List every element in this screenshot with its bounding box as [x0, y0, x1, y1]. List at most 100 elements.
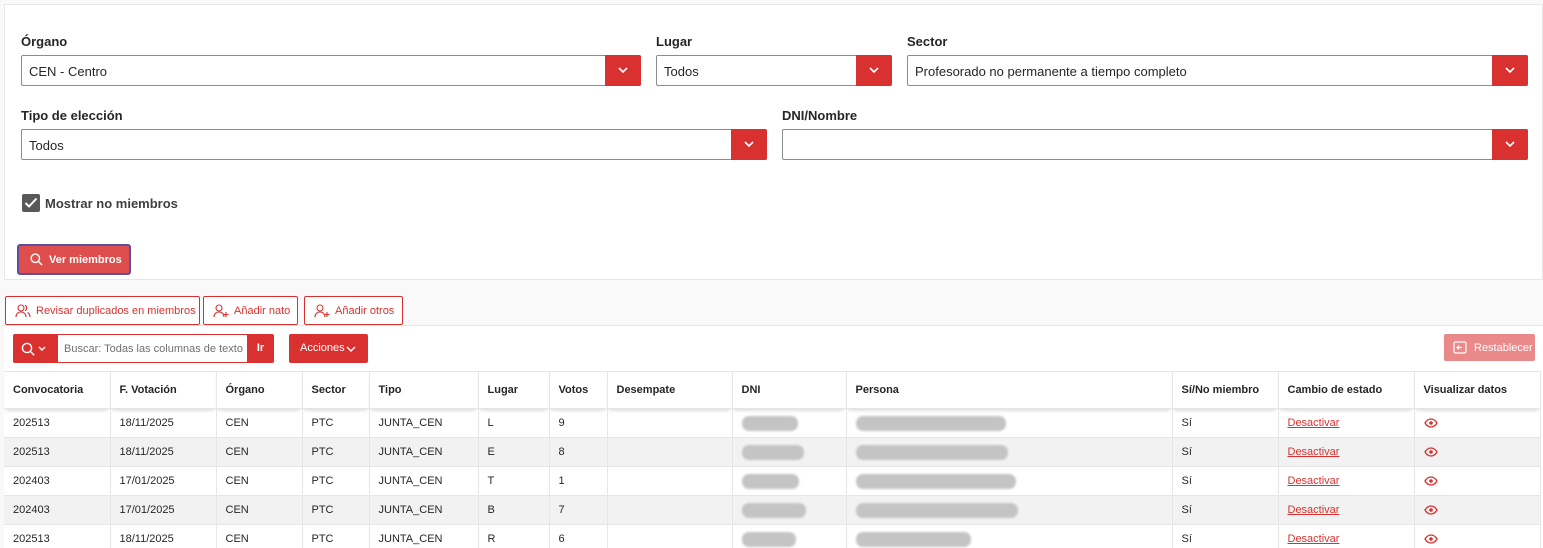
- col-cambio-estado[interactable]: Cambio de estado: [1278, 371, 1415, 409]
- cell-lugar: B: [478, 495, 550, 525]
- col-votos[interactable]: Votos: [549, 371, 608, 409]
- search-input[interactable]: [58, 334, 248, 363]
- tipo-label: Tipo de elección: [21, 108, 123, 123]
- desactivar-link[interactable]: Desactivar: [1288, 504, 1340, 516]
- organo-dropdown-button[interactable]: [605, 55, 641, 86]
- redacted-persona: [855, 444, 1008, 460]
- cell-desempate: [607, 408, 733, 438]
- sector-dropdown-button[interactable]: [1492, 55, 1528, 86]
- cell-visualizar: [1414, 466, 1541, 496]
- desactivar-link[interactable]: Desactivar: [1288, 446, 1340, 458]
- cell-sector: PTC: [302, 495, 370, 525]
- organo-value: CEN - Centro: [29, 64, 108, 79]
- col-persona[interactable]: Persona: [846, 371, 1173, 409]
- search-icon: [21, 342, 46, 356]
- desactivar-link[interactable]: Desactivar: [1288, 417, 1340, 429]
- report-region: Ir Acciones Restablecer Convocatoria F. …: [4, 325, 1543, 548]
- chevron-down-icon: [1505, 141, 1515, 148]
- view-button[interactable]: [1423, 504, 1438, 516]
- cell-desempate: [607, 495, 733, 525]
- col-convocatoria[interactable]: Convocatoria: [4, 371, 111, 409]
- desactivar-link[interactable]: Desactivar: [1288, 475, 1340, 487]
- search-icon: [30, 253, 43, 266]
- cell-sector: PTC: [302, 466, 370, 496]
- tipo-dropdown-button[interactable]: [731, 129, 767, 160]
- col-lugar[interactable]: Lugar: [478, 371, 550, 409]
- lugar-select[interactable]: Todos: [656, 55, 892, 86]
- restablecer-label: Restablecer: [1474, 342, 1533, 354]
- view-button[interactable]: [1423, 417, 1438, 429]
- tipo-select[interactable]: Todos: [21, 129, 767, 160]
- lugar-dropdown-button[interactable]: [856, 55, 892, 86]
- sector-label: Sector: [907, 34, 948, 49]
- col-dni[interactable]: DNI: [732, 371, 847, 409]
- col-desempate[interactable]: Desempate: [607, 371, 733, 409]
- chevron-down-icon: [869, 67, 879, 74]
- desactivar-link[interactable]: Desactivar: [1288, 533, 1340, 545]
- col-visualizar-datos[interactable]: Visualizar datos: [1414, 371, 1541, 409]
- checkbox-checked[interactable]: [22, 194, 40, 212]
- members-table: Convocatoria F. Votación Órgano Sector T…: [4, 371, 1541, 548]
- anadir-nato-button[interactable]: Añadir nato: [203, 296, 298, 325]
- restablecer-button[interactable]: Restablecer: [1444, 334, 1535, 361]
- col-si-no-miembro[interactable]: Sí/No miembro: [1172, 371, 1279, 409]
- cell-fecha: 18/11/2025: [110, 524, 217, 548]
- col-organo[interactable]: Órgano: [216, 371, 303, 409]
- reset-icon: [1453, 341, 1467, 354]
- sector-value: Profesorado no permanente a tiempo compl…: [915, 64, 1187, 79]
- cell-dni: [732, 437, 847, 467]
- col-fecha-votacion[interactable]: F. Votación: [110, 371, 217, 409]
- cell-lugar: T: [478, 466, 550, 496]
- anadir-otros-button[interactable]: Añadir otros: [304, 296, 403, 325]
- cell-fecha: 18/11/2025: [110, 408, 217, 438]
- cell-convocatoria: 202513: [4, 408, 111, 438]
- table-row: 202513 18/11/2025 CEN PTC JUNTA_CEN L 9 …: [4, 408, 1541, 438]
- col-tipo[interactable]: Tipo: [369, 371, 479, 409]
- revisar-duplicados-button[interactable]: Revisar duplicados en miembros: [5, 296, 200, 325]
- anadir-nato-label: Añadir nato: [234, 305, 291, 317]
- cell-estado: Desactivar: [1278, 524, 1415, 548]
- view-button[interactable]: [1423, 533, 1438, 545]
- cell-convocatoria: 202403: [4, 495, 111, 525]
- filter-panel: Órgano CEN - Centro Lugar Todos Sector P…: [4, 4, 1543, 280]
- chevron-down-icon: [1505, 67, 1515, 74]
- table-header-row: Convocatoria F. Votación Órgano Sector T…: [4, 371, 1541, 409]
- user-add-icon: [213, 304, 229, 318]
- redacted-dni: [741, 531, 796, 547]
- chevron-down-icon: [744, 141, 754, 148]
- eye-icon: [1423, 505, 1438, 515]
- dni-label: DNI/Nombre: [782, 108, 858, 123]
- dni-select[interactable]: [782, 129, 1528, 160]
- cell-tipo: JUNTA_CEN: [369, 408, 479, 438]
- view-button[interactable]: [1423, 475, 1438, 487]
- cell-visualizar: [1414, 495, 1541, 525]
- cell-persona: [846, 495, 1173, 525]
- view-button[interactable]: [1423, 446, 1438, 458]
- cell-estado: Desactivar: [1278, 408, 1415, 438]
- cell-votos: 8: [549, 437, 608, 467]
- go-button[interactable]: Ir: [247, 334, 274, 363]
- cell-dni: [732, 524, 847, 548]
- redacted-dni: [741, 415, 798, 431]
- table-row: 202403 17/01/2025 CEN PTC JUNTA_CEN B 7 …: [4, 495, 1541, 525]
- cell-lugar: L: [478, 408, 550, 438]
- sector-select[interactable]: Profesorado no permanente a tiempo compl…: [907, 55, 1528, 86]
- ver-miembros-button[interactable]: Ver miembros: [17, 244, 131, 275]
- cell-miembro: Sí: [1172, 466, 1279, 496]
- cell-sector: PTC: [302, 437, 370, 467]
- col-sector[interactable]: Sector: [302, 371, 370, 409]
- cell-dni: [732, 408, 847, 438]
- cell-lugar: R: [478, 524, 550, 548]
- cell-miembro: Sí: [1172, 408, 1279, 438]
- search-columns-button[interactable]: [13, 334, 58, 363]
- cell-convocatoria: 202513: [4, 437, 111, 467]
- mostrar-no-miembros-label: Mostrar no miembros: [45, 196, 178, 211]
- eye-icon: [1423, 447, 1438, 457]
- lugar-value: Todos: [664, 64, 699, 79]
- dni-dropdown-button[interactable]: [1492, 129, 1528, 160]
- acciones-menu-button[interactable]: Acciones: [289, 334, 368, 363]
- table-row: 202513 18/11/2025 CEN PTC JUNTA_CEN R 6 …: [4, 524, 1541, 548]
- organo-select[interactable]: CEN - Centro: [21, 55, 641, 86]
- cell-organo: CEN: [216, 408, 303, 438]
- cell-miembro: Sí: [1172, 437, 1279, 467]
